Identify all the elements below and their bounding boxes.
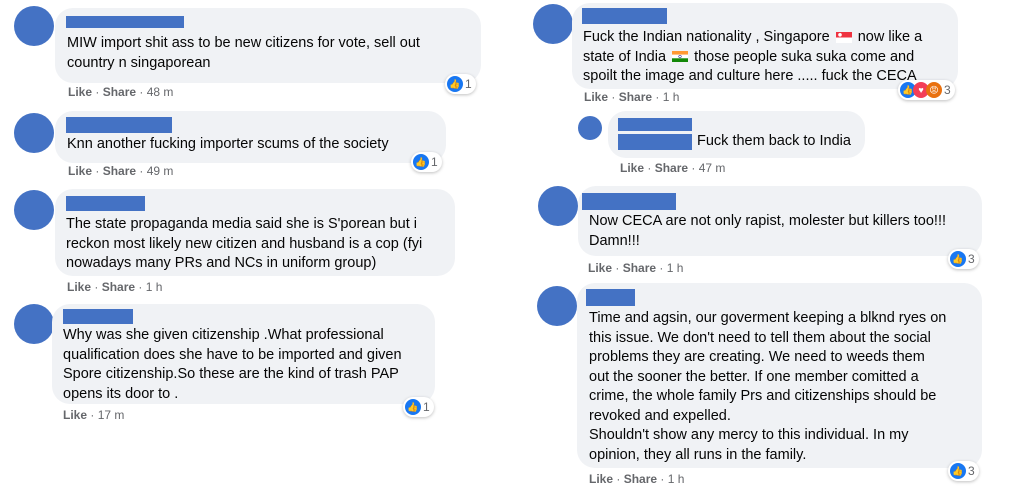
avatar[interactable]	[14, 304, 54, 344]
comment-meta: Like · Share · 1 h	[584, 90, 680, 104]
singapore-flag-icon	[835, 31, 852, 43]
redacted-author-name[interactable]	[66, 196, 145, 211]
redacted-author-name[interactable]	[582, 8, 667, 24]
redacted-author-name[interactable]	[618, 134, 692, 150]
thumbs-up-icon: 👍	[950, 463, 966, 479]
comment-text: Fuck them back to India	[697, 133, 851, 149]
like-link[interactable]: Like	[589, 472, 613, 486]
comment-bubble: Knn another fucking importer scums of th…	[55, 111, 446, 163]
share-link[interactable]: Share	[103, 85, 136, 99]
like-link[interactable]: Like	[63, 408, 87, 422]
redacted-author-name[interactable]	[582, 193, 676, 210]
share-link[interactable]: Share	[103, 164, 136, 178]
like-link[interactable]: Like	[68, 85, 92, 99]
india-flag-icon	[672, 51, 689, 63]
timestamp[interactable]: 1 h	[668, 472, 685, 486]
comment-meta: Like · Share · 47 m	[620, 161, 726, 175]
like-link[interactable]: Like	[68, 164, 92, 178]
comment-bubble: Why was she given citizenship .What prof…	[52, 304, 435, 404]
thumbs-up-icon: 👍	[950, 251, 966, 267]
thumbs-up-icon: 👍	[447, 76, 463, 92]
comment-bubble: Fuck them back to India	[608, 111, 865, 158]
share-link[interactable]: Share	[102, 280, 135, 294]
comment-meta: Like · Share · 1 h	[589, 472, 685, 486]
comment-text: Knn another fucking importer scums of th…	[67, 136, 389, 152]
avatar[interactable]	[538, 186, 578, 226]
redacted-author-name[interactable]	[66, 16, 184, 28]
timestamp[interactable]: 48 m	[147, 85, 174, 99]
like-link[interactable]: Like	[620, 161, 644, 175]
reaction-count[interactable]: 👍 1	[411, 152, 442, 172]
comment-text: MIW import shit ass to be new citizens f…	[67, 35, 420, 71]
avatar[interactable]	[14, 113, 54, 153]
timestamp[interactable]: 1 h	[667, 261, 684, 275]
comment-meta: Like · 17 m	[63, 408, 125, 422]
redacted-author-name[interactable]	[586, 289, 635, 306]
like-link[interactable]: Like	[67, 280, 91, 294]
comment-meta: Like · Share · 49 m	[68, 164, 174, 178]
comment-meta: Like · Share · 1 h	[67, 280, 163, 294]
share-link[interactable]: Share	[623, 261, 656, 275]
share-link[interactable]: Share	[655, 161, 688, 175]
avatar[interactable]	[14, 6, 54, 46]
timestamp[interactable]: 47 m	[699, 161, 726, 175]
redacted-author-name[interactable]	[618, 118, 692, 131]
comment-text: Now CECA are not only rapist, molester b…	[589, 213, 947, 249]
timestamp[interactable]: 17 m	[98, 408, 125, 422]
comment-text: Fuck the Indian nationality , Singapore …	[583, 29, 923, 84]
redacted-author-name[interactable]	[66, 117, 172, 133]
reaction-count[interactable]: 👍 1	[445, 74, 476, 94]
avatar[interactable]	[14, 190, 54, 230]
comment-text: Time and agsin, our goverment keeping a …	[589, 310, 947, 463]
reaction-count[interactable]: 👍 1	[403, 397, 434, 417]
timestamp[interactable]: 1 h	[146, 280, 163, 294]
comment-bubble: Time and agsin, our goverment keeping a …	[577, 283, 982, 468]
timestamp[interactable]: 49 m	[147, 164, 174, 178]
reaction-count[interactable]: 👍 3	[948, 461, 979, 481]
like-link[interactable]: Like	[588, 261, 612, 275]
comment-meta: Like · Share · 1 h	[588, 261, 684, 275]
avatar[interactable]	[537, 286, 577, 326]
comment-bubble: Fuck the Indian nationality , Singapore …	[572, 3, 958, 89]
comment-bubble: MIW import shit ass to be new citizens f…	[55, 8, 481, 83]
avatar[interactable]	[578, 116, 602, 140]
comment-bubble: The state propaganda media said she is S…	[55, 189, 455, 276]
comment-bubble: Now CECA are not only rapist, molester b…	[578, 186, 982, 256]
comment-text: The state propaganda media said she is S…	[66, 216, 423, 271]
avatar[interactable]	[533, 4, 573, 44]
angry-face-icon: 😡	[926, 82, 942, 98]
thumbs-up-icon: 👍	[413, 154, 429, 170]
like-link[interactable]: Like	[584, 90, 608, 104]
redacted-author-name[interactable]	[63, 309, 133, 324]
reaction-count[interactable]: 👍 3	[948, 249, 979, 269]
timestamp[interactable]: 1 h	[663, 90, 680, 104]
share-link[interactable]: Share	[624, 472, 657, 486]
comment-text: Why was she given citizenship .What prof…	[63, 327, 402, 402]
comment-meta: Like · Share · 48 m	[68, 85, 174, 99]
reaction-count[interactable]: 👍 ♥ 😡 3	[898, 80, 955, 100]
share-link[interactable]: Share	[619, 90, 652, 104]
thumbs-up-icon: 👍	[405, 399, 421, 415]
